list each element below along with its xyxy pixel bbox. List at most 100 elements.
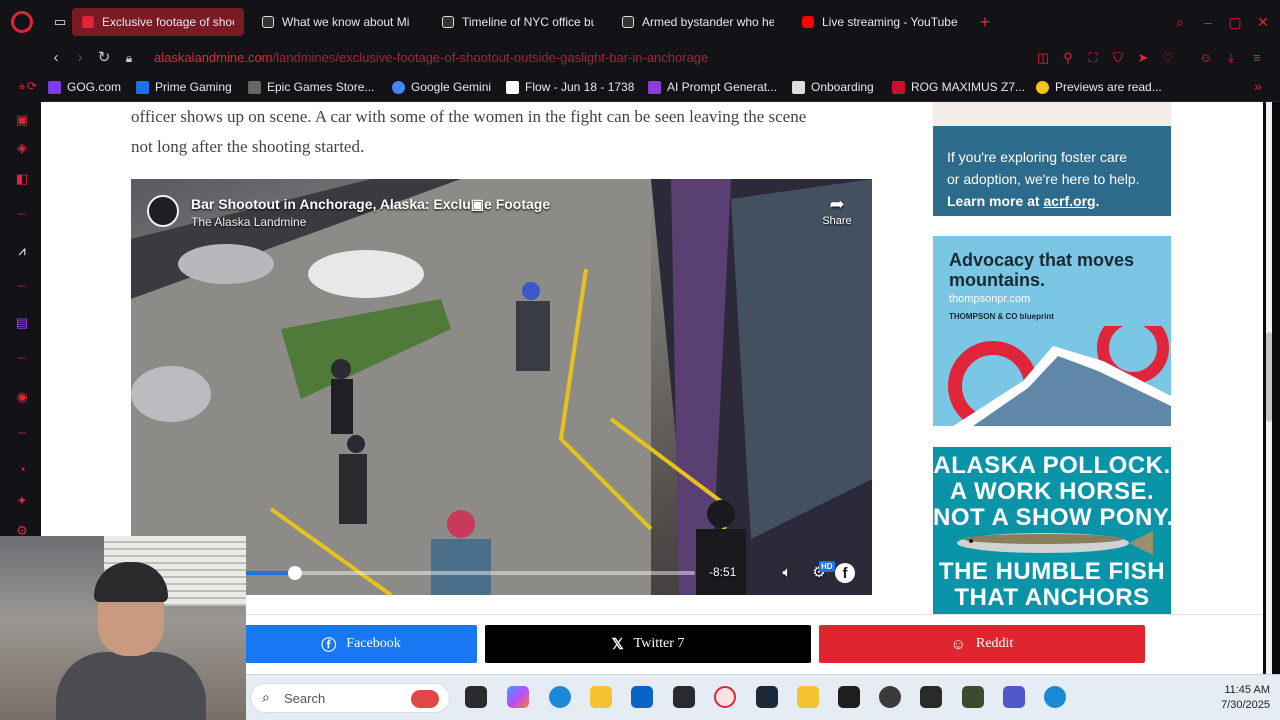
bookmark-google-gemini[interactable]: Google Gemini	[392, 78, 491, 96]
article-text-line: officer shows up on scene. A car with so…	[131, 107, 807, 126]
tab-label: Exclusive footage of shoo	[102, 15, 234, 29]
game-app-icon[interactable]	[962, 686, 984, 708]
tab-label: Live streaming - YouTube	[822, 15, 958, 29]
opera-logo-icon[interactable]	[11, 11, 33, 33]
news-favicon-icon	[262, 16, 274, 28]
copilot-icon[interactable]	[507, 686, 529, 708]
forward-icon[interactable]: ›	[70, 48, 90, 68]
back-icon[interactable]: ‹	[46, 48, 66, 68]
sidebar-extensions-icon[interactable]: ✦	[14, 494, 30, 508]
sidebar-controller-icon[interactable]: ◈	[14, 141, 30, 155]
obs-icon[interactable]	[879, 686, 901, 708]
reload-icon[interactable]: ↻	[94, 48, 114, 68]
sidebar-history-icon[interactable]: ◔	[14, 463, 30, 477]
video-share-button[interactable]: ➦ Share	[819, 193, 855, 227]
steam-icon[interactable]	[756, 686, 778, 708]
scrollbar-thumb[interactable]	[1266, 332, 1272, 422]
video-scrubber-handle[interactable]	[287, 566, 302, 580]
close-window-icon[interactable]: ✕	[1253, 12, 1273, 32]
tab-island-icon[interactable]: ▭	[44, 8, 74, 36]
teams-icon[interactable]	[1003, 686, 1025, 708]
tab-what-we-know[interactable]: What we know about Mi	[252, 8, 424, 36]
taskbar-search[interactable]: ⌕ Search	[250, 683, 450, 713]
send-icon[interactable]: ➤	[1134, 49, 1152, 67]
tab-label: Armed bystander who he	[642, 15, 774, 29]
volume-icon[interactable]: 🔈︎	[777, 563, 797, 583]
bookmark-gog[interactable]: GOG.com	[48, 78, 121, 96]
speed-dial-icon[interactable]: ⟳	[22, 76, 42, 96]
share-facebook-button[interactable]: ⓕ Facebook	[245, 625, 477, 663]
facebook-watch-icon[interactable]: f	[835, 563, 855, 583]
tab-youtube-live[interactable]: Live streaming - YouTube	[792, 8, 972, 36]
snapshot-icon[interactable]: ⛶	[1084, 49, 1102, 67]
ad-alaska-pollock[interactable]: ALASKA POLLOCK. A WORK HORSE. NOT A SHOW…	[933, 447, 1171, 617]
epic-games-taskbar-icon[interactable]	[920, 686, 942, 708]
share-reddit-label: Reddit	[975, 636, 1014, 651]
split-view-icon[interactable]: ◫	[1034, 49, 1052, 67]
pin-icon[interactable]: ⚲	[1059, 49, 1077, 67]
download-icon[interactable]: ⤓	[1222, 49, 1240, 67]
tab-label: What we know about Mi	[282, 15, 410, 29]
settings-app-icon[interactable]	[1044, 686, 1066, 708]
bookmark-label: Previews are read...	[1055, 80, 1162, 94]
bookmark-onboarding[interactable]: Onboarding	[792, 78, 874, 96]
outlook-icon[interactable]	[631, 686, 653, 708]
bookmark-rog-maximus[interactable]: ROG MAXIMUS Z7...	[892, 78, 1025, 96]
ad-thompson-advocacy[interactable]: Advocacy that moves mountains. thompsonp…	[933, 236, 1171, 426]
tab-label: Timeline of NYC office bu	[462, 15, 594, 29]
video-progress-bar[interactable]	[245, 566, 695, 580]
profile-icon[interactable]: ☺	[1197, 49, 1215, 67]
share-facebook-label: Facebook	[346, 636, 401, 651]
bookmark-label: Google Gemini	[411, 80, 492, 94]
bookmark-ai-prompt[interactable]: AI Prompt Generat...	[648, 78, 777, 96]
sidebar-game-icon[interactable]: ▣	[14, 113, 30, 127]
sidebar-twitch-icon[interactable]: ▤	[14, 316, 30, 330]
task-view-icon[interactable]	[465, 686, 487, 708]
ad-foster-care[interactable]: If you're exploring foster care or adopt…	[933, 102, 1171, 216]
embedded-video-player[interactable]: Bar Shootout in Anchorage, Alaska: Exclu…	[131, 179, 872, 595]
ad-text-punct: .	[1095, 193, 1100, 209]
sidebar-divider	[18, 432, 26, 434]
taskbar-clock[interactable]: 11:45 AM 7/30/2025	[1200, 683, 1270, 713]
page-scrollbar[interactable]	[1266, 102, 1272, 674]
more-bookmarks-icon[interactable]: »	[1254, 78, 1262, 94]
bookmark-previews[interactable]: Previews are read...	[1036, 78, 1162, 96]
tab-timeline-nyc[interactable]: Timeline of NYC office bu	[432, 8, 604, 36]
share-twitter-button[interactable]: 𝕏 Twitter 7	[485, 625, 811, 663]
tab-exclusive-footage[interactable]: Exclusive footage of shoo	[72, 8, 244, 36]
file-explorer-icon[interactable]	[590, 686, 612, 708]
capcut-icon[interactable]	[838, 686, 860, 708]
video-title[interactable]: Bar Shootout in Anchorage, Alaska: Exclu…	[191, 196, 550, 213]
minimize-icon[interactable]: –	[1198, 12, 1218, 32]
sidebar-ai-icon[interactable]: ⩘	[14, 244, 30, 258]
adblock-icon[interactable]: ⛉	[1109, 49, 1127, 67]
bookmarks-bar: ⟳ GOG.com Prime Gaming Epic Games Store.…	[27, 72, 1280, 102]
share-label: Share	[822, 215, 852, 227]
ad-link[interactable]: acrf.org	[1043, 193, 1095, 209]
app-cube-icon[interactable]	[673, 686, 695, 708]
url-path: /landmines/exclusive-footage-of-shootout…	[272, 50, 709, 65]
sidebar-player-icon[interactable]: ◉	[14, 390, 30, 404]
article-text-line: not long after the shooting started.	[131, 137, 365, 156]
bookmark-heart-icon[interactable]: ♡	[1159, 49, 1177, 67]
maximize-icon[interactable]: ▢	[1225, 12, 1245, 32]
video-channel-name[interactable]: The Alaska Landmine	[191, 215, 306, 229]
tab-search-icon[interactable]: ⌕	[1170, 12, 1190, 32]
bookmark-epic-games[interactable]: Epic Games Store...	[248, 78, 374, 96]
folder-icon[interactable]	[797, 686, 819, 708]
clock-date: 7/30/2025	[1221, 699, 1270, 711]
channel-avatar-icon[interactable]	[147, 195, 179, 227]
menu-icon[interactable]: ≡	[1248, 49, 1266, 67]
bookmark-flow[interactable]: Flow - Jun 18 - 1738	[506, 78, 634, 96]
alaska-landmine-favicon-icon	[82, 16, 94, 28]
tab-armed-bystander[interactable]: Armed bystander who he	[612, 8, 784, 36]
bookmark-prime-gaming[interactable]: Prime Gaming	[136, 78, 232, 96]
opera-gx-taskbar-icon[interactable]	[714, 686, 736, 708]
sidebar-messenger-icon[interactable]: ◧	[14, 172, 30, 186]
new-tab-button[interactable]: +	[975, 12, 995, 32]
share-reddit-button[interactable]: ☺ Reddit	[819, 625, 1145, 663]
x-icon: 𝕏	[611, 636, 624, 653]
edge-icon[interactable]	[549, 686, 571, 708]
url-field[interactable]: alaskalandmine.com/landmines/exclusive-f…	[154, 48, 1054, 68]
bookmark-label: ROG MAXIMUS Z7...	[911, 80, 1026, 94]
